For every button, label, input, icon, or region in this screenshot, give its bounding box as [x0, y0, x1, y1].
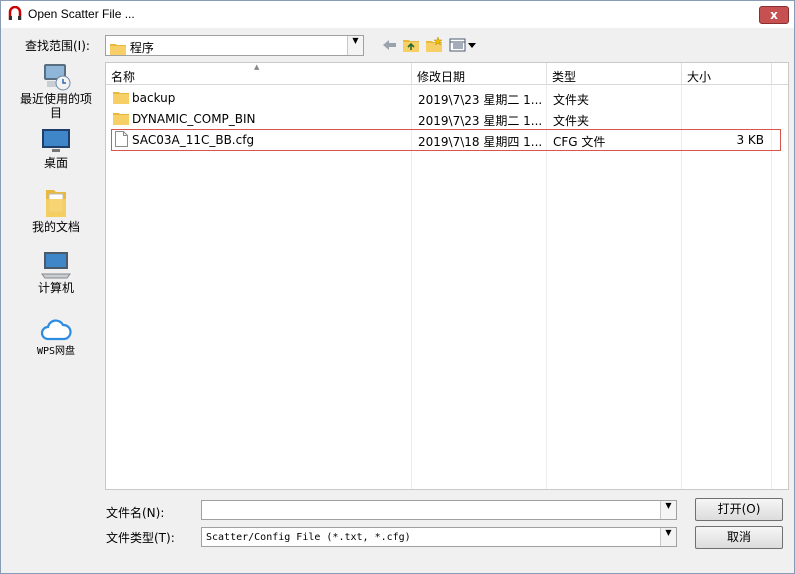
- computer-icon: [41, 252, 71, 279]
- file-type: 文件夹: [553, 114, 590, 128]
- cloud-icon: [40, 319, 72, 341]
- sort-ascending-icon: ▲: [254, 63, 260, 71]
- filetype-value: Scatter/Config File (*.txt, *.cfg): [206, 532, 411, 543]
- window-title: Open Scatter File ...: [28, 7, 135, 21]
- place-label-wps: WPS网盘: [36, 346, 76, 357]
- documents-icon: [46, 190, 66, 217]
- column-header-type[interactable]: 类型: [547, 63, 682, 85]
- chevron-down-icon[interactable]: ▼: [347, 36, 363, 55]
- new-folder-icon[interactable]: [425, 37, 443, 53]
- file-name: DYNAMIC_COMP_BIN: [132, 112, 256, 126]
- column-header-filler: [772, 63, 788, 85]
- column-header-size[interactable]: 大小: [682, 63, 772, 85]
- place-label-recent-2: 目: [49, 106, 62, 120]
- places-bar: 最近使用的项 目 桌面 我的文档 计算机 WPS网盘: [9, 61, 103, 491]
- place-recent[interactable]: 最近使用的项 目: [9, 61, 103, 119]
- place-computer[interactable]: 计算机: [9, 250, 103, 294]
- folder-icon: [113, 113, 129, 125]
- filename-label: 文件名(N):: [106, 506, 165, 520]
- close-button[interactable]: x: [759, 6, 789, 24]
- folder-icon: [110, 44, 126, 55]
- file-date: 2019\7\23 星期二 1...: [418, 114, 543, 128]
- list-item[interactable]: DYNAMIC_COMP_BIN 2019\7\23 星期二 1... 文件夹: [107, 108, 787, 129]
- title-bar: Open Scatter File ... x: [1, 1, 794, 28]
- filetype-label: 文件类型(T):: [106, 531, 175, 545]
- place-documents[interactable]: 我的文档: [9, 187, 103, 233]
- place-label-computer: 计算机: [37, 281, 74, 295]
- close-icon: x: [770, 8, 778, 22]
- folder-icon: [113, 92, 129, 104]
- place-label-desktop: 桌面: [43, 156, 68, 170]
- place-label-documents: 我的文档: [31, 220, 80, 234]
- selection-highlight: [111, 129, 781, 151]
- app-icon: [7, 6, 23, 22]
- place-wps-cloud[interactable]: WPS网盘: [9, 316, 103, 358]
- open-file-dialog: Open Scatter File ... x 查找范围(I): 程序 ▼ 最近…: [0, 0, 795, 574]
- file-list[interactable]: 名称 ▲ 修改日期 类型 大小 backup 2019\7\23 星期二 1..…: [105, 62, 789, 490]
- list-item[interactable]: backup 2019\7\23 星期二 1... 文件夹: [107, 87, 787, 108]
- look-in-value: 程序: [129, 41, 154, 55]
- filename-input[interactable]: ▼: [201, 500, 677, 520]
- chevron-down-icon[interactable]: ▼: [660, 528, 676, 546]
- up-folder-icon[interactable]: [402, 37, 420, 53]
- place-label-recent: 最近使用的项: [19, 92, 92, 106]
- recent-icon: [44, 64, 71, 91]
- column-header-date[interactable]: 修改日期: [412, 63, 547, 85]
- open-button[interactable]: 打开(O): [695, 498, 783, 521]
- chevron-down-icon[interactable]: ▼: [660, 501, 676, 519]
- filetype-select[interactable]: Scatter/Config File (*.txt, *.cfg) ▼: [201, 527, 677, 547]
- file-date: 2019\7\23 星期二 1...: [418, 93, 543, 107]
- file-name: backup: [132, 91, 176, 105]
- place-desktop[interactable]: 桌面: [9, 127, 103, 169]
- look-in-combo[interactable]: 程序 ▼: [105, 35, 364, 56]
- file-type: 文件夹: [553, 93, 590, 107]
- back-arrow-icon[interactable]: [381, 37, 399, 53]
- cancel-button[interactable]: 取消: [695, 526, 783, 549]
- view-menu-icon[interactable]: [449, 37, 477, 53]
- look-in-label: 查找范围(I):: [25, 39, 90, 53]
- desktop-icon: [42, 129, 70, 152]
